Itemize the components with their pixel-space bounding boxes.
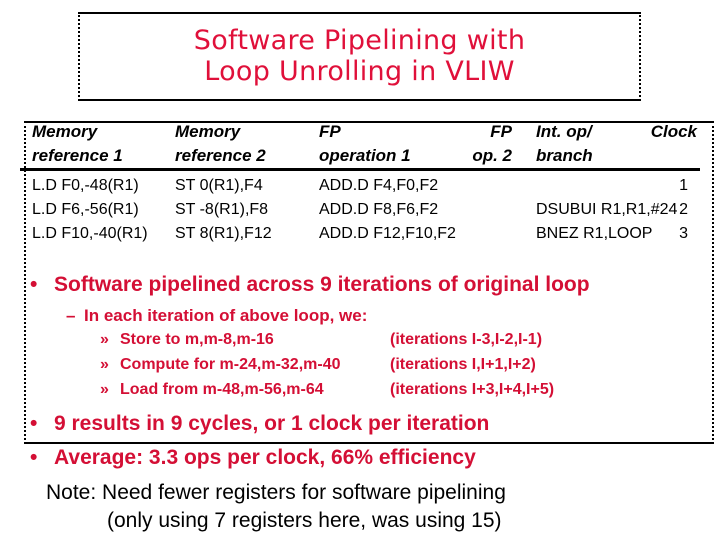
cell-row2-mem2: ST -8(R1),F8 [175, 201, 269, 218]
sub-sub-bullet-store: » Store to m,m-8,m-16 [100, 331, 274, 349]
bullet-text: Software pipelined across 9 iterations o… [54, 273, 590, 296]
bullet-text: Average: 3.3 ops per clock, 66% efficien… [54, 446, 476, 469]
header-fp-op-1: FP operation 1 [319, 120, 411, 168]
cell-row2-fp1: ADD.D F8,F6,F2 [319, 201, 439, 218]
cell-row3-fp1: ADD.D F12,F10,F2 [319, 225, 456, 242]
header-text: Memory [32, 122, 98, 141]
header-text: FP [490, 122, 512, 141]
action-text: Store to m,m-8,m-16 [120, 331, 274, 348]
cell-row1-mem2: ST 0(R1),F4 [175, 177, 263, 194]
iterations-compute: (iterations I,I+1,I+2) [390, 356, 536, 373]
header-text: reference 2 [175, 146, 266, 165]
iterations-store: (iterations I-3,I-2,I-1) [390, 331, 543, 348]
chevron-bullet-icon: » [100, 356, 109, 373]
cell-row3-int: BNEZ R1,LOOP [536, 225, 653, 242]
bullet-dot-icon: • [30, 446, 38, 469]
bullet-average: • Average: 3.3 ops per clock, 66% efficie… [30, 446, 476, 470]
header-text: operation 1 [319, 146, 411, 165]
header-text: Memory [175, 122, 241, 141]
dash-icon: – [66, 306, 76, 325]
sub-bullet-each-iteration: – In each iteration of above loop, we: [66, 306, 367, 326]
cell-row1-fp1: ADD.D F4,F0,F2 [319, 177, 439, 194]
header-text: Clock [650, 122, 697, 141]
sub-sub-bullet-compute: » Compute for m-24,m-32,m-40 [100, 356, 341, 374]
sub-sub-bullet-load: » Load from m-48,m-56,m-64 [100, 381, 324, 399]
bullet-software-pipelined: • Software pipelined across 9 iterations … [30, 273, 590, 297]
header-text: reference 1 [32, 146, 123, 165]
slide-title: Software Pipelining with Loop Unrolling … [80, 25, 639, 87]
header-mem-ref-2: Memory reference 2 [175, 120, 266, 168]
title-line-2: Loop Unrolling in VLIW [204, 56, 515, 87]
chevron-bullet-icon: » [100, 331, 109, 348]
cell-row3-mem2: ST 8(R1),F12 [175, 225, 272, 242]
cell-row3-clock: 3 [679, 225, 688, 242]
header-text: Int. op/ [536, 122, 592, 141]
action-text: Load from m-48,m-56,m-64 [120, 381, 324, 398]
title-box: Software Pipelining with Loop Unrolling … [78, 12, 641, 101]
bullet-results: • 9 results in 9 cycles, or 1 clock per i… [30, 412, 489, 436]
cell-row3-mem1: L.D F10,-40(R1) [32, 225, 148, 242]
header-fp-op-2: FP op. 2 [440, 120, 512, 168]
cell-row2-clock: 2 [679, 201, 688, 218]
header-rule [20, 168, 700, 171]
header-text: FP [319, 122, 341, 141]
header-text: op. 2 [472, 146, 512, 165]
header-int-op-branch: Int. op/ branch [536, 120, 593, 168]
iterations-load: (iterations I+3,I+4,I+5) [390, 381, 555, 398]
header-mem-ref-1: Memory reference 1 [32, 120, 123, 168]
header-clock: Clock [620, 120, 697, 144]
note-line-2: (only using 7 registers here, was using … [107, 509, 502, 532]
action-text: Compute for m-24,m-32,m-40 [120, 356, 341, 373]
cell-row1-mem1: L.D F0,-48(R1) [32, 177, 139, 194]
sub-bullet-text: In each iteration of above loop, we: [84, 306, 368, 325]
title-line-1: Software Pipelining with [193, 25, 526, 56]
bullet-text: 9 results in 9 cycles, or 1 clock per it… [54, 412, 490, 435]
header-text: branch [536, 146, 593, 165]
cell-row2-mem1: L.D F6,-56(R1) [32, 201, 139, 218]
bullet-dot-icon: • [30, 273, 38, 296]
cell-row1-clock: 1 [679, 177, 688, 194]
note-line-1: Note: Need fewer registers for software … [46, 481, 506, 504]
bullet-dot-icon: • [30, 412, 38, 435]
chevron-bullet-icon: » [100, 381, 109, 398]
